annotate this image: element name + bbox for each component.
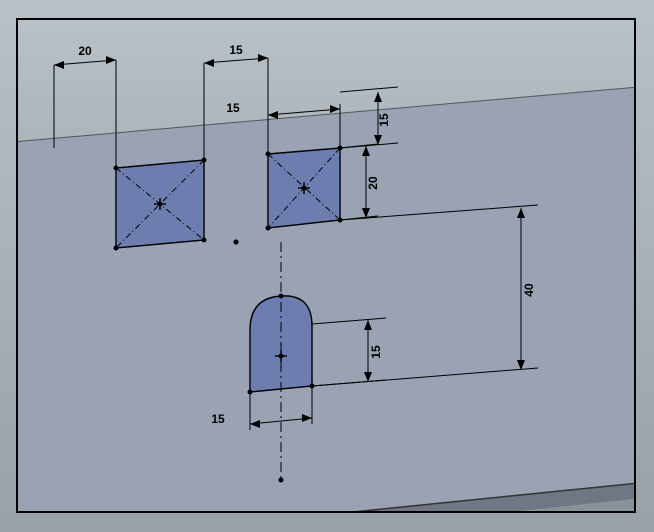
- viewport: 20 15 15: [0, 0, 654, 532]
- cad-canvas: 20 15 15: [18, 20, 634, 511]
- dim-label: 15: [229, 43, 243, 57]
- dim-label: 15: [377, 113, 391, 127]
- dim-label: 15: [369, 345, 383, 359]
- plate: [18, 80, 634, 511]
- feature-left-square: [114, 158, 207, 251]
- dim-label: 15: [226, 101, 240, 115]
- dim-label: 40: [522, 283, 536, 297]
- dim-label: 20: [78, 44, 92, 58]
- drawing-frame: 20 15 15: [16, 18, 636, 513]
- feature-right-square: [266, 146, 343, 231]
- dim-label: 15: [211, 412, 225, 426]
- dim-label: 20: [366, 176, 380, 190]
